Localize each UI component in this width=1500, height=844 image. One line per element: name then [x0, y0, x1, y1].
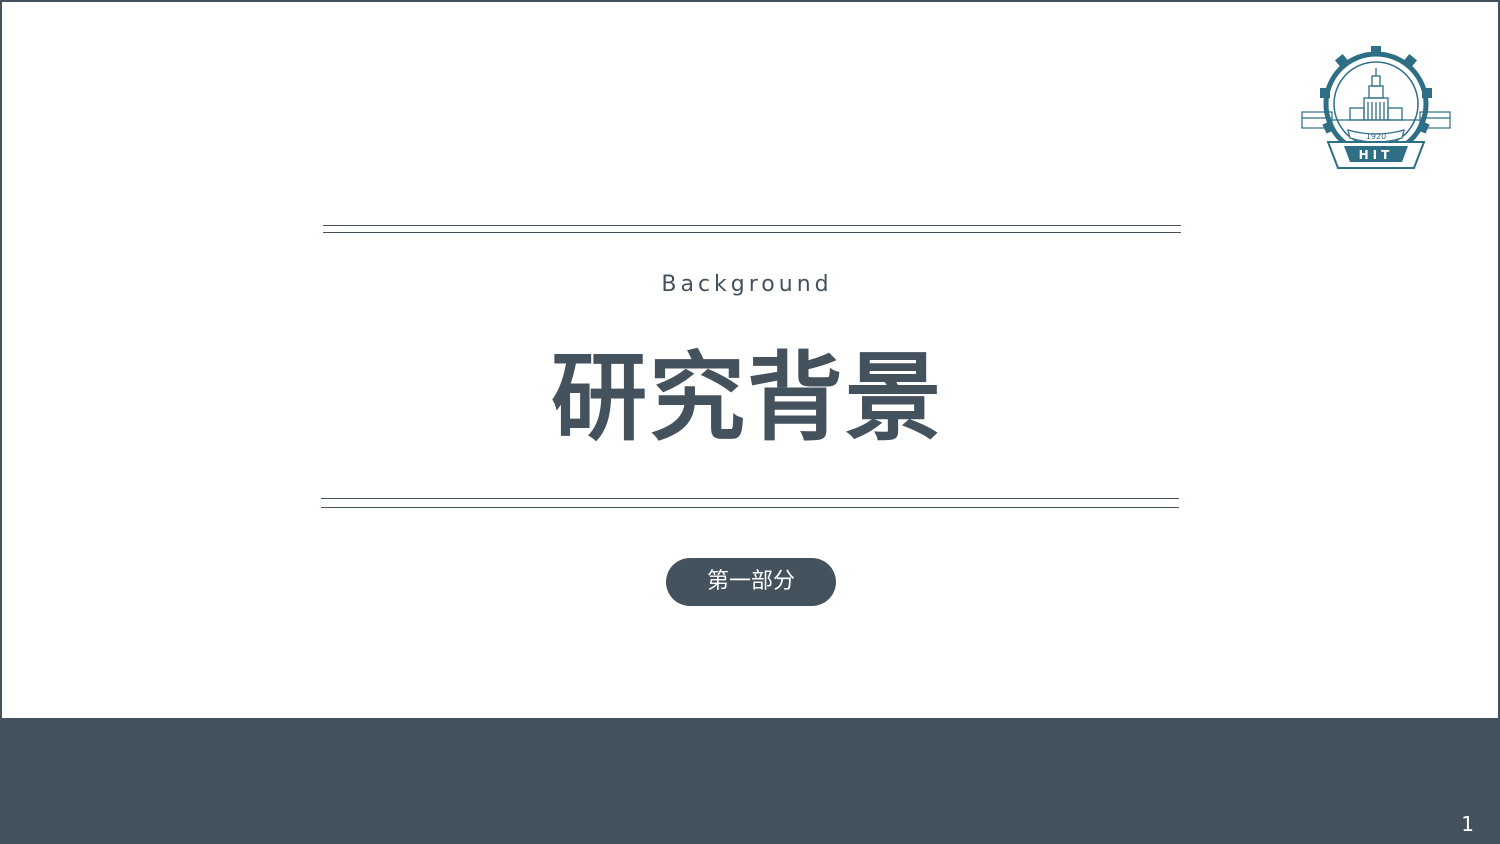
slide: 1920 HIT Background 研究背景 第一部分 1: [0, 0, 1500, 844]
section-badge: 第一部分: [666, 558, 836, 606]
svg-text:1920: 1920: [1366, 132, 1386, 141]
section-subtitle: Background: [661, 272, 833, 297]
svg-text:HIT: HIT: [1359, 148, 1394, 162]
top-divider-line-upper: [323, 225, 1181, 226]
section-title: 研究背景: [551, 342, 943, 454]
hit-university-emblem-icon: 1920 HIT: [1301, 46, 1451, 169]
page-number: 1: [1461, 812, 1474, 836]
footer-bar: 1: [2, 718, 1498, 844]
university-logo: 1920 HIT: [1298, 42, 1454, 176]
top-divider-line-lower: [323, 232, 1181, 233]
bottom-divider-line-lower: [321, 507, 1179, 508]
bottom-divider-line-upper: [321, 498, 1179, 499]
